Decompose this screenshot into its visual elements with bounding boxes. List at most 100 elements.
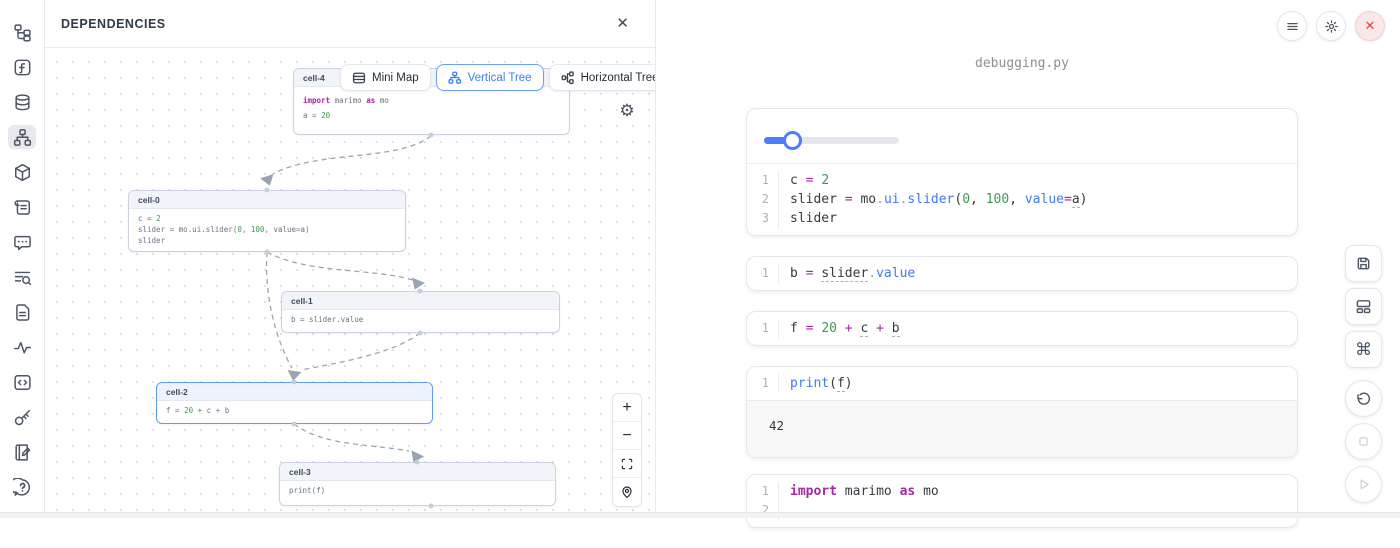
graph-settings-gear-icon[interactable]: ⚙ <box>616 100 638 122</box>
chat-icon <box>13 233 32 252</box>
code-line: 1print(f) <box>747 374 1297 393</box>
layout-toggle-button[interactable] <box>1345 288 1382 325</box>
node-code: f = 20 + c + b <box>157 401 432 420</box>
panel-title: DEPENDENCIES <box>61 17 166 31</box>
slider-thumb[interactable] <box>783 131 802 150</box>
mini-map-button[interactable]: Mini Map <box>340 64 431 91</box>
close-x-icon: ✕ <box>1365 18 1376 34</box>
line-number: 1 <box>747 264 779 283</box>
slider-widget[interactable] <box>764 131 899 150</box>
sidebar-item-tracing[interactable] <box>8 335 36 359</box>
notebook-cell-4: 1print(f) 42 <box>746 366 1298 458</box>
dependencies-icon <box>13 128 32 147</box>
locate-node-button[interactable] <box>613 478 641 506</box>
restart-button[interactable] <box>1345 380 1382 417</box>
keyboard-shortcuts-button[interactable]: ⌘ <box>1345 331 1382 368</box>
snippets-icon <box>13 373 32 392</box>
line-number: 1 <box>747 171 779 190</box>
run-button[interactable] <box>1345 466 1382 503</box>
code-text[interactable]: f = 20 + c + b <box>779 319 900 338</box>
cell-code-editor[interactable]: 1print(f) <box>747 367 1297 400</box>
vertical-tree-icon <box>448 71 462 85</box>
node-code: c = 2slider = mo.ui.slider(0, 100, value… <box>129 209 405 250</box>
line-number: 2 <box>747 190 779 209</box>
node-title: cell-3 <box>280 463 555 481</box>
code-line: 1b = slider.value <box>747 264 1297 283</box>
zoom-in-button[interactable]: + <box>613 394 641 422</box>
notebook-cell-3: 1f = 20 + c + b <box>746 311 1298 346</box>
sidebar-item-file-tree[interactable] <box>8 20 36 44</box>
logs-icon <box>13 198 32 217</box>
sidebar-item-scratchpad[interactable] <box>8 440 36 464</box>
graph-node-cell-2[interactable]: cell-2f = 20 + c + b <box>156 382 433 424</box>
sidebar-item-logs[interactable] <box>8 195 36 219</box>
packages-icon <box>13 163 32 182</box>
sidebar-item-secrets[interactable] <box>8 405 36 429</box>
line-number: 1 <box>747 374 779 393</box>
code-text[interactable]: slider = mo.ui.slider(0, 100, value=a) <box>779 190 1087 209</box>
fullscreen-icon <box>620 457 634 471</box>
sidebar-item-packages[interactable] <box>8 160 36 184</box>
fit-view-button[interactable] <box>613 450 641 478</box>
code-text[interactable]: import marimo as mo <box>779 482 939 501</box>
cell-code-editor[interactable]: 1f = 20 + c + b <box>747 312 1297 345</box>
node-code: print(f) <box>280 481 555 500</box>
dependency-graph-canvas[interactable]: Mini Map Vertical Tree Horizontal Tree ⚙ c… <box>45 48 655 518</box>
code-line: 3slider <box>747 209 1297 228</box>
sidebar-item-variables[interactable] <box>8 55 36 79</box>
cell-code-editor[interactable]: 1c = 22slider = mo.ui.slider(0, 100, val… <box>747 164 1297 235</box>
mini-map-label: Mini Map <box>372 72 419 84</box>
graph-node-cell-1[interactable]: cell-1b = slider.value <box>281 291 560 333</box>
shutdown-button[interactable]: ✕ <box>1355 11 1385 41</box>
notebook-top-controls: ✕ <box>1277 11 1385 41</box>
node-code: b = slider.value <box>282 310 559 329</box>
menu-button[interactable] <box>1277 11 1307 41</box>
code-line: 1c = 2 <box>747 171 1297 190</box>
horizontal-tree-button[interactable]: Horizontal Tree <box>549 64 655 91</box>
code-text[interactable]: c = 2 <box>779 171 829 190</box>
cell-code-editor[interactable]: 1b = slider.value <box>747 257 1297 290</box>
horizontal-tree-icon <box>561 71 575 85</box>
dependencies-panel-header: DEPENDENCIES ✕ <box>45 0 655 48</box>
code-text[interactable]: slider <box>779 209 837 228</box>
save-button[interactable] <box>1345 245 1382 282</box>
sidebar-item-chat[interactable] <box>8 230 36 254</box>
gear-icon <box>1324 19 1339 34</box>
cell-code-editor[interactable]: 1import marimo as mo2 <box>747 475 1297 527</box>
sidebar-item-help[interactable] <box>8 475 36 499</box>
notebook-cell-2: 1b = slider.value <box>746 256 1298 291</box>
sidebar-item-snippets[interactable] <box>8 370 36 394</box>
location-pin-icon <box>620 485 634 499</box>
node-title: cell-2 <box>157 383 432 401</box>
secrets-icon <box>13 408 32 427</box>
sidebar-item-documentation[interactable] <box>8 300 36 324</box>
help-icon <box>13 478 32 497</box>
notebook-filename: debugging.py <box>746 56 1298 71</box>
graph-view-toolbar: Mini Map Vertical Tree Horizontal Tree <box>340 64 655 91</box>
graph-node-cell-3[interactable]: cell-3print(f) <box>279 462 556 506</box>
close-icon[interactable]: ✕ <box>616 16 629 31</box>
line-number: 3 <box>747 209 779 228</box>
vertical-tree-label: Vertical Tree <box>468 72 532 84</box>
save-icon <box>1355 255 1372 272</box>
stop-button[interactable] <box>1345 423 1382 460</box>
zoom-out-button[interactable]: − <box>613 422 641 450</box>
cell-output-text: 42 <box>747 400 1297 457</box>
helper-panel-rail <box>0 0 45 518</box>
sidebar-item-outline-search[interactable] <box>8 265 36 289</box>
vertical-tree-button[interactable]: Vertical Tree <box>436 64 544 91</box>
sidebar-item-datasources[interactable] <box>8 90 36 114</box>
code-line: 1import marimo as mo <box>747 482 1297 501</box>
code-line: 1f = 20 + c + b <box>747 319 1297 338</box>
line-number: 1 <box>747 482 779 501</box>
code-text[interactable]: b = slider.value <box>779 264 915 283</box>
outline-search-icon <box>13 268 32 287</box>
code-text[interactable]: print(f) <box>779 374 853 393</box>
notebook-pane: debugging.py ✕ 1c = 22slider = mo.ui.sli… <box>657 0 1400 518</box>
code-line: 2slider = mo.ui.slider(0, 100, value=a) <box>747 190 1297 209</box>
command-icon: ⌘ <box>1355 341 1372 358</box>
undo-icon <box>1355 390 1372 407</box>
settings-button[interactable] <box>1316 11 1346 41</box>
sidebar-item-dependencies[interactable] <box>8 125 36 149</box>
graph-node-cell-0[interactable]: cell-0c = 2slider = mo.ui.slider(0, 100,… <box>128 190 406 252</box>
